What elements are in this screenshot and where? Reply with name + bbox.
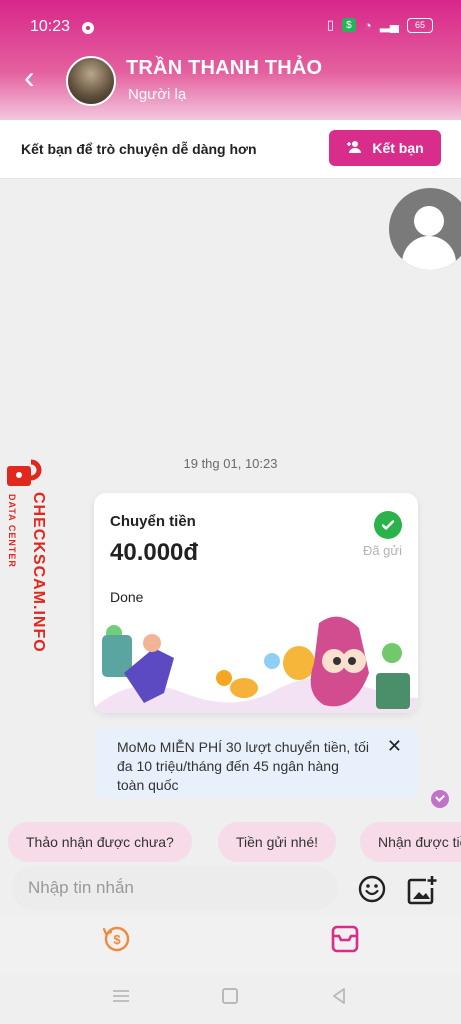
status-icons: ▯ $ ◔ ▂▄ 65 — [327, 17, 433, 33]
transfer-card[interactable]: Chuyển tiền 40.000đ Done Đã gửi — [94, 493, 418, 713]
promo-text: MoMo MIỄN PHÍ 30 lượt chuyển tiền, tối đ… — [117, 739, 369, 793]
promo-banner: MoMo MIỄN PHÍ 30 lượt chuyển tiền, tối đ… — [96, 728, 418, 798]
wifi-icon: ◔ — [363, 17, 372, 33]
friend-prompt: Kết bạn để trò chuyện dễ dàng hơn — [21, 141, 257, 157]
profile-avatar-placeholder[interactable] — [389, 188, 461, 270]
back-icon[interactable]: ‹ — [24, 61, 52, 94]
lock-icon — [7, 459, 42, 486]
money-transfer-tab-icon[interactable]: $ — [102, 924, 132, 954]
battery-level: 65 — [414, 20, 425, 30]
check-circle-icon — [374, 511, 402, 539]
menu-icon[interactable] — [111, 989, 131, 1003]
message-box-tab-icon[interactable] — [330, 924, 360, 954]
transfer-illustration — [94, 616, 418, 713]
status-bar: 10:23 ▯ $ ◔ ▂▄ 65 — [0, 0, 461, 56]
transfer-amount: 40.000đ — [110, 539, 199, 566]
quick-reply-chip[interactable]: Thảo nhận được chưa? — [8, 822, 192, 862]
chat-header: 10:23 ▯ $ ◔ ▂▄ 65 ‹ TRẦN THANH THẢO Ngườ… — [0, 0, 461, 120]
watermark-subtext: DATA CENTER — [7, 494, 17, 568]
add-friend-label: Kết bạn — [372, 140, 424, 156]
emoji-icon[interactable] — [357, 874, 387, 904]
add-user-icon — [346, 140, 364, 157]
battery-icon: 65 — [407, 17, 433, 33]
add-friend-button[interactable]: Kết bạn — [329, 130, 441, 166]
vibrate-icon: ▯ — [326, 17, 334, 32]
watermark: DATA CENTER CHECKSCAM.INFO — [2, 452, 50, 672]
quick-replies: Thảo nhận được chưa? Tiền gửi nhé! Nhận … — [0, 822, 461, 864]
quick-reply-chip[interactable]: Tiền gửi nhé! — [218, 822, 337, 862]
contact-name[interactable]: TRẦN THANH THẢO — [126, 57, 322, 80]
close-icon[interactable]: ✕ — [387, 736, 402, 757]
watermark-text: CHECKSCAM.INFO — [30, 492, 47, 653]
message-timestamp: 19 thg 01, 10:23 — [183, 456, 278, 471]
transfer-note: Done — [110, 589, 144, 605]
nav-back-icon[interactable] — [330, 987, 348, 1005]
notification-icon — [82, 22, 94, 34]
quick-reply-chip[interactable]: Nhận được tiền chưa? — [360, 822, 461, 862]
home-icon[interactable] — [222, 988, 238, 1004]
sent-status: Đã gửi — [362, 543, 402, 558]
contact-avatar[interactable] — [66, 56, 116, 106]
app-badge-icon: $ — [341, 18, 356, 32]
transfer-title: Chuyển tiền — [110, 513, 196, 530]
status-time: 10:23 — [30, 18, 71, 35]
contact-status: Người lạ — [128, 86, 187, 103]
read-receipt-icon — [431, 790, 449, 808]
add-image-icon[interactable] — [406, 874, 438, 906]
message-input[interactable] — [12, 866, 338, 910]
bottom-tab-bar — [0, 916, 461, 974]
svg-text:$: $ — [113, 932, 121, 947]
signal-icon: ▂▄ — [379, 17, 399, 32]
